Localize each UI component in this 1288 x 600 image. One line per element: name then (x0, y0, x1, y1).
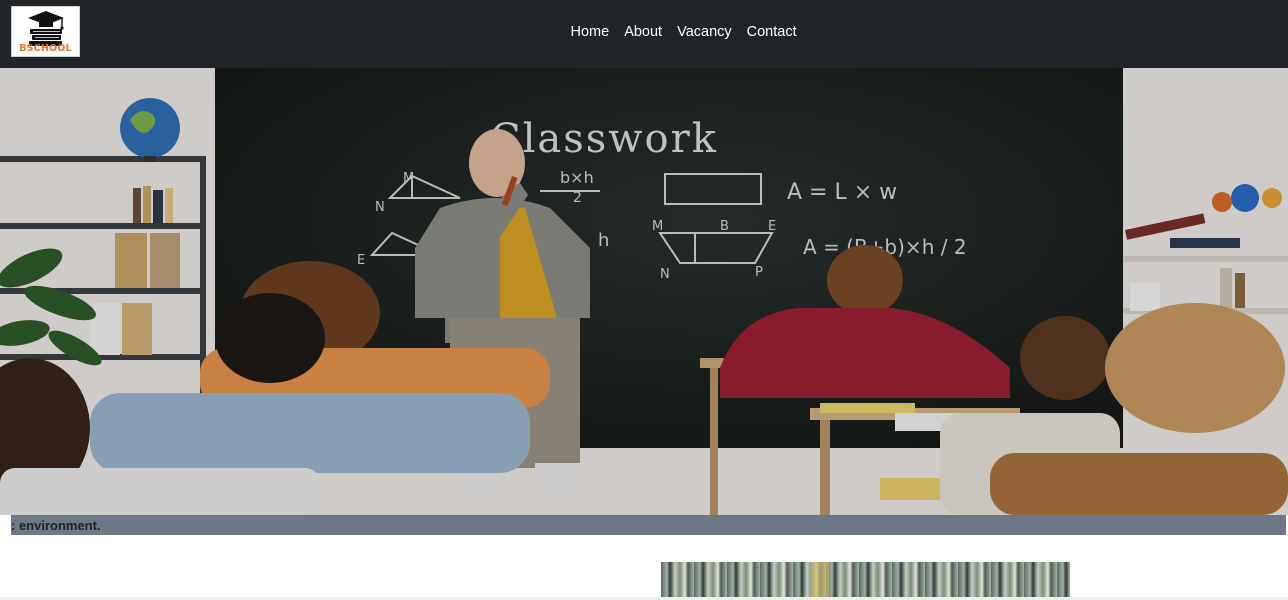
nav-link-contact[interactable]: Contact (739, 22, 804, 42)
content-image (661, 562, 1070, 600)
nav-link-home[interactable]: Home (563, 22, 617, 42)
brand-logo-text: BSCHOOL (19, 43, 72, 54)
hero-overlay (0, 68, 1288, 515)
nav-link-vacancy[interactable]: Vacancy (670, 22, 740, 42)
hero-caption-bar: : environment. (11, 515, 1286, 535)
hero-image: Classwork b×h 2 M N E M B E N P h A = L … (0, 68, 1288, 515)
nav-link-about[interactable]: About (617, 22, 670, 42)
content-image-detail (811, 562, 829, 600)
navbar: BSCHOOL Home About Vacancy Contact (0, 0, 1288, 68)
brand-logo[interactable]: BSCHOOL (11, 6, 80, 57)
main-nav: Home About Vacancy Contact (563, 22, 804, 42)
hero-caption-text: : environment. (11, 518, 101, 533)
